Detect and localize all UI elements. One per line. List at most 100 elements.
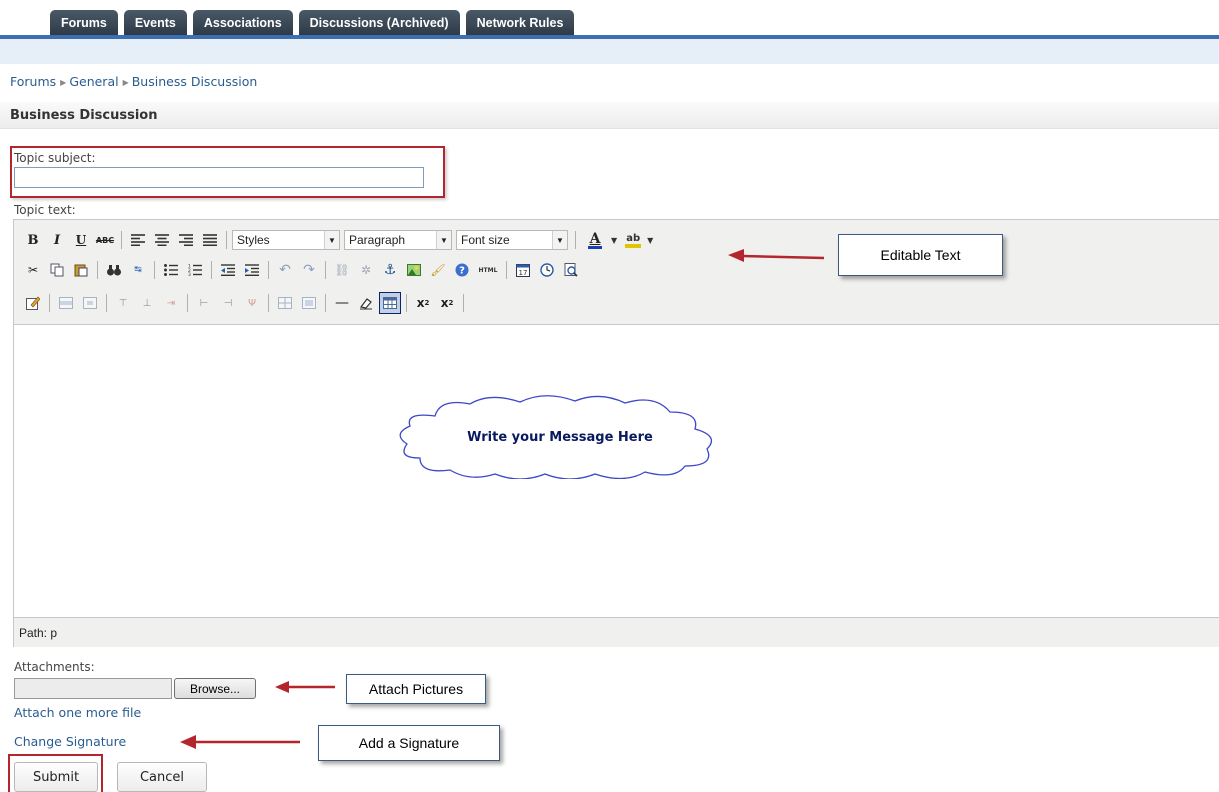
breadcrumb: Forums ▶ General ▶ Business Discussion	[10, 74, 257, 89]
find-icon[interactable]	[103, 259, 125, 281]
horizontal-rule-icon[interactable]: —	[331, 292, 353, 314]
preview-icon[interactable]	[560, 259, 582, 281]
align-left-icon[interactable]	[127, 229, 149, 251]
page-title: Business Discussion	[10, 108, 158, 123]
change-signature-link[interactable]: Change Signature	[14, 734, 126, 749]
paste-icon[interactable]	[70, 259, 92, 281]
text-color-icon[interactable]: A	[581, 229, 609, 251]
attach-pictures-callout: Attach Pictures	[346, 674, 486, 704]
chevron-down-icon[interactable]: ▼	[647, 236, 653, 245]
unlink-icon[interactable]: ✲	[355, 259, 377, 281]
superscript-icon[interactable]: x2	[436, 292, 458, 314]
chevron-down-icon: ▼	[552, 231, 567, 249]
breadcrumb-general[interactable]: General	[69, 74, 118, 89]
toolbar-row-2: ✂ ↹ 123 ↶ ↷ ⛓ ✲ ⚓ 🖌 ? HTML 17	[22, 257, 584, 283]
underline-icon[interactable]: U	[70, 229, 92, 251]
editable-text-callout: Editable Text	[838, 234, 1003, 276]
subject-input[interactable]	[14, 167, 424, 188]
toolbar-divider	[575, 231, 576, 249]
image-icon[interactable]	[403, 259, 425, 281]
align-justify-icon[interactable]	[199, 229, 221, 251]
cell-props-icon[interactable]	[79, 292, 101, 314]
align-center-icon[interactable]	[151, 229, 173, 251]
copy-icon[interactable]	[46, 259, 68, 281]
toolbar-divider	[325, 261, 326, 279]
breadcrumb-forums[interactable]: Forums	[10, 74, 56, 89]
toolbar-divider	[187, 294, 188, 312]
format-select[interactable]: Paragraph ▼	[344, 230, 452, 250]
numbered-list-icon[interactable]: 123	[184, 259, 206, 281]
edit-css-style-icon[interactable]	[22, 292, 44, 314]
topic-text-label: Topic text:	[14, 203, 76, 217]
attachment-file-field[interactable]	[14, 678, 172, 699]
remove-format-icon[interactable]	[355, 292, 377, 314]
insert-row-before-icon[interactable]: ⊤	[112, 292, 134, 314]
tab-discussions-archived[interactable]: Discussions (Archived)	[298, 10, 460, 36]
chevron-down-icon[interactable]: ▼	[611, 236, 617, 245]
row-props-icon[interactable]	[55, 292, 77, 314]
align-right-icon[interactable]	[175, 229, 197, 251]
outdent-icon[interactable]	[217, 259, 239, 281]
svg-text:?: ?	[459, 266, 465, 277]
replace-icon[interactable]: ↹	[127, 259, 149, 281]
insert-col-after-icon[interactable]: ⊣	[217, 292, 239, 314]
toolbar-divider	[97, 261, 98, 279]
svg-text:3: 3	[188, 272, 191, 276]
italic-icon[interactable]: I	[46, 229, 68, 251]
add-signature-callout: Add a Signature	[318, 725, 500, 761]
breadcrumb-business-discussion[interactable]: Business Discussion	[132, 74, 258, 89]
delete-col-icon[interactable]: Ψ	[241, 292, 263, 314]
help-icon[interactable]: ?	[451, 259, 473, 281]
insert-row-after-icon[interactable]: ⊥	[136, 292, 158, 314]
merge-cells-icon[interactable]	[298, 292, 320, 314]
styles-select[interactable]: Styles ▼	[232, 230, 340, 250]
bullet-list-icon[interactable]	[160, 259, 182, 281]
submit-button[interactable]: Submit	[14, 762, 98, 792]
tab-associations[interactable]: Associations	[192, 10, 293, 36]
browse-button[interactable]: Browse...	[174, 678, 256, 699]
cut-icon[interactable]: ✂	[22, 259, 44, 281]
redo-icon[interactable]: ↷	[298, 259, 320, 281]
split-cells-icon[interactable]	[274, 292, 296, 314]
subscript-icon[interactable]: x2	[412, 292, 434, 314]
chevron-down-icon: ▼	[436, 231, 451, 249]
toolbar-divider	[268, 261, 269, 279]
chevron-down-icon: ▼	[324, 231, 339, 249]
arrow-left-icon	[275, 681, 335, 693]
cloud-annotation-text: Write your Message Here	[467, 430, 653, 445]
cancel-button[interactable]: Cancel	[117, 762, 207, 792]
toolbar-divider	[406, 294, 407, 312]
editor-path-bar: Path: p	[14, 617, 1219, 647]
toolbar-divider	[154, 261, 155, 279]
tab-forums[interactable]: Forums	[50, 10, 118, 36]
tab-events[interactable]: Events	[123, 10, 187, 36]
toolbar-divider	[211, 261, 212, 279]
insert-table-icon[interactable]	[379, 292, 401, 314]
insert-date-icon[interactable]: 17	[512, 259, 534, 281]
page-title-bar	[0, 102, 1219, 129]
breadcrumb-separator-icon: ▶	[60, 78, 67, 87]
undo-icon[interactable]: ↶	[274, 259, 296, 281]
insert-col-before-icon[interactable]: ⊢	[193, 292, 215, 314]
toolbar-divider	[506, 261, 507, 279]
font-size-select-label: Font size	[461, 233, 510, 247]
tab-network-rules[interactable]: Network Rules	[465, 10, 575, 36]
html-source-icon[interactable]: HTML	[475, 259, 501, 281]
arrow-left-icon	[728, 249, 825, 262]
cleanup-icon[interactable]: 🖌	[427, 259, 449, 281]
indent-icon[interactable]	[241, 259, 263, 281]
attach-more-file-link[interactable]: Attach one more file	[14, 705, 141, 720]
strikethrough-icon[interactable]: ABC	[94, 229, 116, 251]
link-icon[interactable]: ⛓	[331, 259, 353, 281]
toolbar-row-1: B I U ABC Styles ▼ Paragraph ▼ Font size ▼	[22, 227, 653, 253]
arrow-left-icon	[180, 735, 300, 749]
font-size-select[interactable]: Font size ▼	[456, 230, 568, 250]
delete-row-icon[interactable]: ⇥	[160, 292, 182, 314]
bold-icon[interactable]: B	[22, 229, 44, 251]
format-select-label: Paragraph	[349, 233, 406, 247]
attachments-label: Attachments:	[14, 660, 95, 674]
toolbar-divider	[325, 294, 326, 312]
highlight-color-icon[interactable]: ab	[621, 229, 645, 251]
insert-time-icon[interactable]	[536, 259, 558, 281]
anchor-icon[interactable]: ⚓	[379, 259, 401, 281]
